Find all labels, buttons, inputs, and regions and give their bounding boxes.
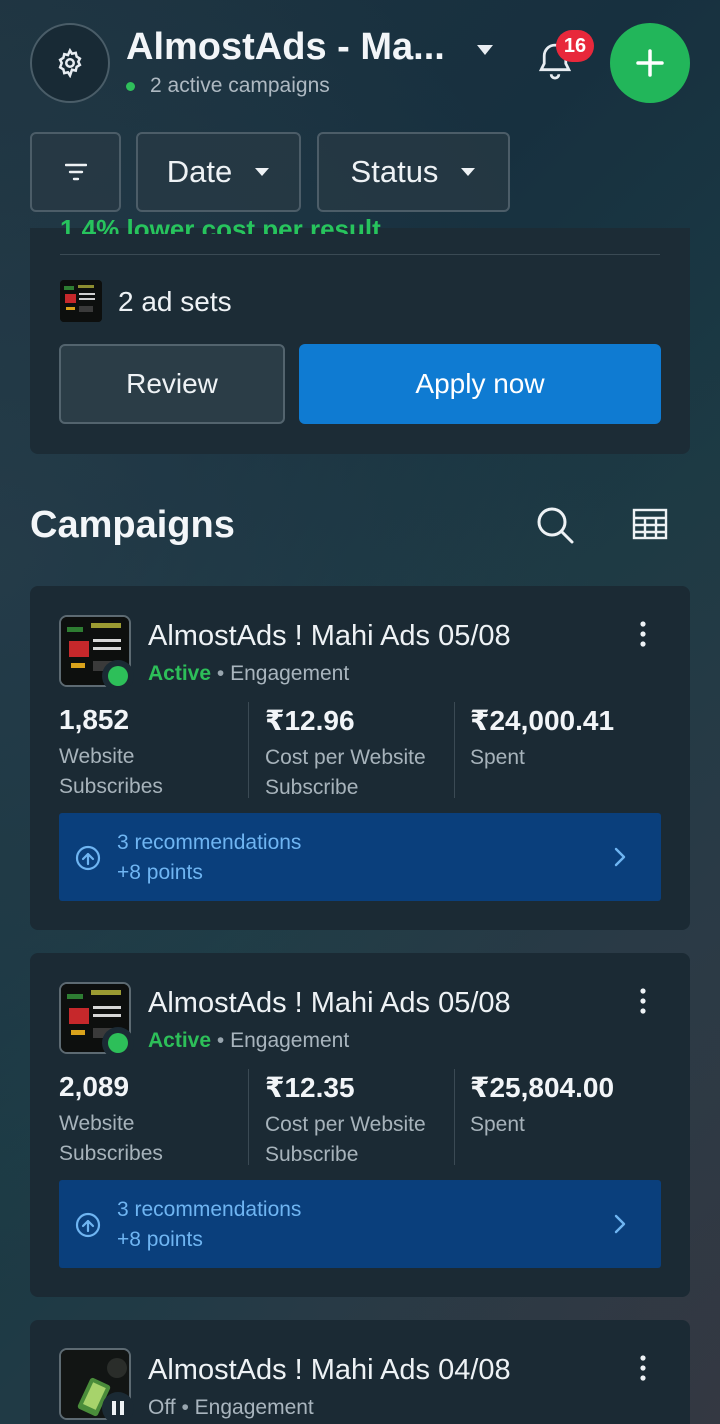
review-button[interactable]: Review	[59, 344, 285, 424]
status-filter-dropdown[interactable]: Status	[317, 132, 510, 212]
filter-button[interactable]	[30, 132, 121, 212]
status-indicator	[102, 1027, 134, 1059]
arrow-up-circle-icon	[75, 845, 101, 871]
separator: •	[216, 662, 225, 685]
chevron-down-icon	[461, 168, 476, 176]
metric-label: Website Subscribes	[59, 745, 163, 798]
recommendations-banner[interactable]: 3 recommendations +8 points	[59, 813, 661, 901]
campaign-objective: Engagement	[230, 662, 350, 685]
header: AlmostAds - Ma... 2 active campaigns 16	[0, 0, 720, 120]
metric-label: Cost per Website Subscribe	[265, 746, 426, 799]
campaign-card[interactable]: AlmostAds ! Mahi Ads 05/08 Active • Enga…	[30, 953, 690, 1297]
account-name[interactable]: AlmostAds - Ma...	[126, 26, 445, 69]
campaign-name[interactable]: AlmostAds ! Mahi Ads 04/08	[148, 1354, 511, 1387]
apply-now-button[interactable]: Apply now	[299, 344, 661, 424]
chevron-down-icon[interactable]	[476, 44, 494, 56]
pause-icon	[112, 1401, 124, 1415]
campaigns-heading: Campaigns	[30, 504, 235, 546]
campaign-status-line: Off • Engagement	[148, 1396, 314, 1420]
metric-value: ₹24,000.41	[470, 705, 615, 736]
recommendation-card: 1.4% lower cost per result 2 ad sets Rev…	[30, 214, 690, 454]
metric-cost-per-result: ₹12.96 Cost per Website Subscribe	[265, 704, 455, 803]
metric-label: Website Subscribes	[59, 1112, 163, 1165]
metric-cost-per-result: ₹12.35 Cost per Website Subscribe	[265, 1071, 455, 1170]
filter-icon	[64, 163, 87, 181]
campaign-objective: Engagement	[194, 1396, 314, 1419]
table-view-icon[interactable]	[632, 508, 668, 540]
active-dot	[108, 666, 128, 686]
date-filter-dropdown[interactable]: Date	[136, 132, 301, 212]
metric-spent: ₹25,804.00 Spent	[470, 1071, 650, 1140]
separator: •	[181, 1396, 189, 1419]
active-campaigns-text: 2 active campaigns	[150, 74, 330, 97]
separator: •	[216, 1029, 225, 1052]
metric-value: 1,852	[59, 704, 130, 735]
add-campaign-button[interactable]	[610, 23, 690, 103]
campaign-status: Off	[148, 1396, 176, 1419]
date-filter-label: Date	[166, 154, 233, 189]
campaign-name[interactable]: AlmostAds ! Mahi Ads 05/08	[148, 620, 511, 653]
settings-button[interactable]	[30, 23, 110, 103]
campaign-card[interactable]: AlmostAds ! Mahi Ads 05/08 Active • Enga…	[30, 586, 690, 930]
campaign-card[interactable]: AlmostAds ! Mahi Ads 04/08 Off • Engagem…	[30, 1320, 690, 1424]
more-options-icon[interactable]	[636, 1354, 650, 1382]
metric-spent: ₹24,000.41 Spent	[470, 704, 650, 773]
more-options-icon[interactable]	[636, 987, 650, 1015]
recommendations-banner[interactable]: 3 recommendations +8 points	[59, 1180, 661, 1268]
divider	[248, 1069, 249, 1165]
campaign-status-line: Active • Engagement	[148, 1029, 349, 1053]
campaign-status-line: Active • Engagement	[148, 662, 349, 686]
campaign-name[interactable]: AlmostAds ! Mahi Ads 05/08	[148, 987, 511, 1020]
chevron-down-icon	[255, 168, 270, 176]
divider	[60, 254, 660, 255]
divider	[248, 702, 249, 798]
campaign-status: Active	[148, 1029, 212, 1052]
notification-badge: 16	[556, 30, 594, 62]
active-status-dot	[126, 82, 135, 91]
search-icon[interactable]	[536, 506, 574, 544]
divider	[454, 1069, 455, 1165]
metric-value: ₹12.35	[265, 1072, 355, 1103]
adsets-count[interactable]: 2 ad sets	[118, 286, 232, 318]
chevron-right-icon	[614, 1214, 626, 1234]
campaign-status: Active	[148, 662, 212, 685]
metric-label: Cost per Website Subscribe	[265, 1113, 426, 1166]
metric-value: 2,089	[59, 1071, 130, 1102]
campaign-objective: Engagement	[230, 1029, 350, 1052]
divider	[454, 702, 455, 798]
metric-value: ₹12.96	[265, 705, 355, 736]
chevron-right-icon	[614, 847, 626, 867]
recommendations-points: +8 points	[117, 1228, 203, 1251]
status-filter-label: Status	[350, 154, 439, 189]
recommendation-headline: 1.4% lower cost per result	[60, 214, 381, 234]
status-indicator	[102, 1392, 134, 1424]
recommendations-points: +8 points	[117, 861, 203, 884]
metric-value: ₹25,804.00	[470, 1072, 615, 1103]
gear-icon	[58, 48, 82, 78]
metric-results: 1,852 Website Subscribes	[59, 704, 229, 802]
metric-label: Spent	[470, 746, 525, 769]
plus-icon	[636, 49, 664, 77]
metric-results: 2,089 Website Subscribes	[59, 1071, 229, 1169]
recommendations-count: 3 recommendations	[117, 831, 302, 854]
active-dot	[108, 1033, 128, 1053]
metric-label: Spent	[470, 1113, 525, 1136]
more-options-icon[interactable]	[636, 620, 650, 648]
arrow-up-circle-icon	[75, 1212, 101, 1238]
status-indicator	[102, 660, 134, 692]
recommendations-count: 3 recommendations	[117, 1198, 302, 1221]
adset-thumbnail	[60, 280, 102, 322]
